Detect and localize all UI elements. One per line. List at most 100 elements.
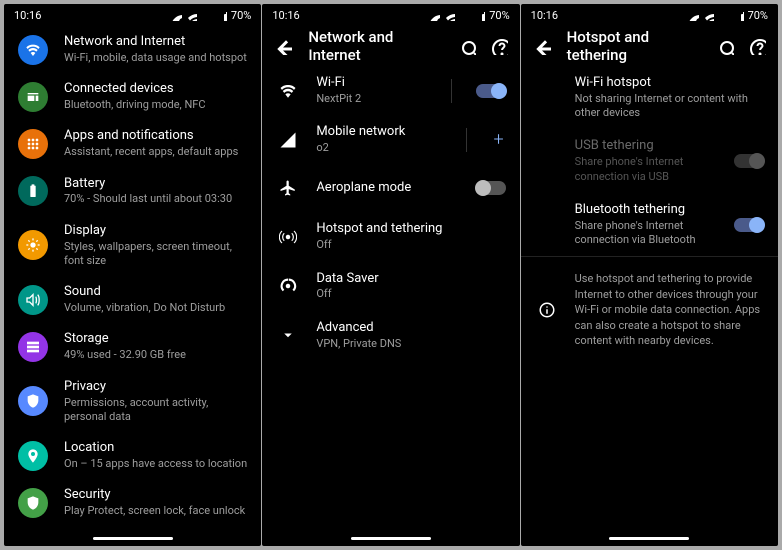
item-title: Security — [64, 487, 247, 504]
eye-icon — [171, 10, 182, 21]
item-subtitle: Play Protect, screen lock, face unlock — [64, 504, 247, 518]
toggle-switch — [734, 154, 764, 168]
signal-icon — [276, 131, 300, 149]
wifi-icon — [18, 35, 48, 65]
status-icons: 70% — [171, 9, 251, 22]
app-bar: Network and Internet — [262, 26, 519, 66]
search-icon[interactable] — [716, 37, 734, 55]
item-subtitle: Bluetooth, driving mode, NFC — [64, 98, 247, 112]
sound-icon — [18, 285, 48, 315]
display-icon — [18, 230, 48, 260]
settings-item[interactable]: Battery 70% - Should last until about 03… — [4, 168, 261, 215]
item-title: Storage — [64, 331, 247, 348]
wifi-icon — [444, 10, 455, 21]
storage-icon — [18, 332, 48, 362]
item-title: USB tethering — [575, 138, 718, 155]
item-title: Apps and notifications — [64, 128, 247, 145]
item-title: Aeroplane mode — [316, 180, 459, 197]
toggle-switch[interactable] — [476, 181, 506, 195]
settings-item[interactable]: Storage 49% used - 32.90 GB free — [4, 323, 261, 370]
help-icon[interactable] — [748, 37, 766, 55]
status-battery: 70% — [748, 9, 768, 22]
screen-title: Network and Internet — [308, 28, 441, 64]
hotspot-icon — [276, 228, 300, 246]
item-title: Network and Internet — [64, 34, 247, 51]
item-subtitle: Permissions, account activity, personal … — [64, 396, 247, 425]
back-icon[interactable] — [533, 37, 551, 55]
status-bar: 10:16 70% — [262, 4, 519, 26]
settings-item[interactable]: Apps and notifications Assistant, recent… — [4, 120, 261, 167]
settings-item[interactable]: Location On – 15 apps have access to loc… — [4, 432, 261, 479]
item-subtitle: VPN, Private DNS — [316, 337, 505, 351]
network-item[interactable]: Data Saver Off — [262, 262, 519, 311]
hotspot-item[interactable]: Wi-Fi hotspot Not sharing Internet or co… — [521, 66, 778, 129]
item-title: Mobile network — [316, 124, 442, 141]
toggle-switch[interactable] — [734, 218, 764, 232]
back-icon[interactable] — [274, 37, 292, 55]
item-subtitle: Assistant, recent apps, default apps — [64, 145, 247, 159]
status-time: 10:16 — [14, 9, 41, 22]
app-bar: Hotspot and tethering — [521, 26, 778, 66]
item-subtitle: Wi-Fi, mobile, data usage and hotspot — [64, 51, 247, 65]
status-battery: 70% — [489, 9, 509, 22]
item-title: Connected devices — [64, 81, 247, 98]
item-subtitle: Styles, wallpapers, screen timeout, font… — [64, 240, 247, 269]
network-item[interactable]: Mobile network o2 + — [262, 115, 519, 164]
item-title: Advanced — [316, 320, 505, 337]
network-item[interactable]: Aeroplane mode — [262, 164, 519, 212]
info-icon — [535, 272, 559, 348]
airplane-icon — [276, 179, 300, 197]
settings-item[interactable]: Display Styles, wallpapers, screen timeo… — [4, 215, 261, 276]
item-subtitle: Share phone's Internet connection via Bl… — [575, 219, 718, 248]
network-item[interactable]: Advanced VPN, Private DNS — [262, 311, 519, 360]
item-title: Data Saver — [316, 271, 505, 288]
eye-icon — [429, 10, 440, 21]
hotspot-tethering-screen: 10:16 70% Hotspot and tethering Wi-Fi ho… — [521, 4, 778, 546]
item-title: Hotspot and tethering — [316, 221, 505, 238]
nav-bar[interactable] — [4, 530, 261, 546]
settings-item[interactable]: Network and Internet Wi-Fi, mobile, data… — [4, 26, 261, 73]
item-subtitle: o2 — [316, 141, 442, 155]
battery-icon — [733, 10, 744, 21]
settings-item[interactable]: Privacy Permissions, account activity, p… — [4, 371, 261, 432]
devices-icon — [18, 82, 48, 112]
status-bar: 10:16 70% — [4, 4, 261, 26]
wifi-icon — [703, 10, 714, 21]
help-icon[interactable] — [490, 37, 508, 55]
settings-item[interactable]: Security Play Protect, screen lock, face… — [4, 479, 261, 526]
info-text: Use hotspot and tethering to provide Int… — [575, 271, 764, 348]
signal-icon — [718, 10, 729, 21]
wifi-icon — [276, 82, 300, 100]
nav-bar[interactable] — [521, 530, 778, 546]
hotspot-list: Wi-Fi hotspot Not sharing Internet or co… — [521, 66, 778, 530]
settings-list: Network and Internet Wi-Fi, mobile, data… — [4, 26, 261, 530]
status-bar: 10:16 70% — [521, 4, 778, 26]
item-title: Wi-Fi — [316, 75, 426, 92]
item-title: Display — [64, 223, 247, 240]
battery-icon — [474, 10, 485, 21]
location-icon — [18, 441, 48, 471]
network-item[interactable]: Hotspot and tethering Off — [262, 212, 519, 261]
item-title: Sound — [64, 284, 247, 301]
settings-item[interactable]: Connected devices Bluetooth, driving mod… — [4, 73, 261, 120]
info-row: Use hotspot and tethering to provide Int… — [521, 257, 778, 362]
hotspot-item: USB tethering Share phone's Internet con… — [521, 129, 778, 192]
settings-item[interactable]: Sound Volume, vibration, Do Not Disturb — [4, 276, 261, 323]
status-time: 10:16 — [531, 9, 558, 22]
item-subtitle: Volume, vibration, Do Not Disturb — [64, 301, 247, 315]
network-item[interactable]: Wi-Fi NextPit 2 — [262, 66, 519, 115]
toggle-switch[interactable] — [476, 84, 506, 98]
item-subtitle: 49% used - 32.90 GB free — [64, 348, 247, 362]
item-subtitle: On – 15 apps have access to location — [64, 457, 247, 471]
item-title: Location — [64, 440, 247, 457]
status-battery: 70% — [231, 9, 251, 22]
settings-main-screen: 10:16 70% Network and Internet Wi-Fi, mo… — [4, 4, 261, 546]
add-icon[interactable]: + — [491, 129, 505, 150]
hotspot-item[interactable]: Bluetooth tethering Share phone's Intern… — [521, 193, 778, 256]
item-subtitle: Share phone's Internet connection via US… — [575, 155, 718, 184]
datasaver-icon — [276, 277, 300, 295]
nav-bar[interactable] — [262, 530, 519, 546]
network-internet-screen: 10:16 70% Network and Internet Wi-Fi Nex… — [262, 4, 519, 546]
search-icon[interactable] — [458, 37, 476, 55]
apps-icon — [18, 129, 48, 159]
